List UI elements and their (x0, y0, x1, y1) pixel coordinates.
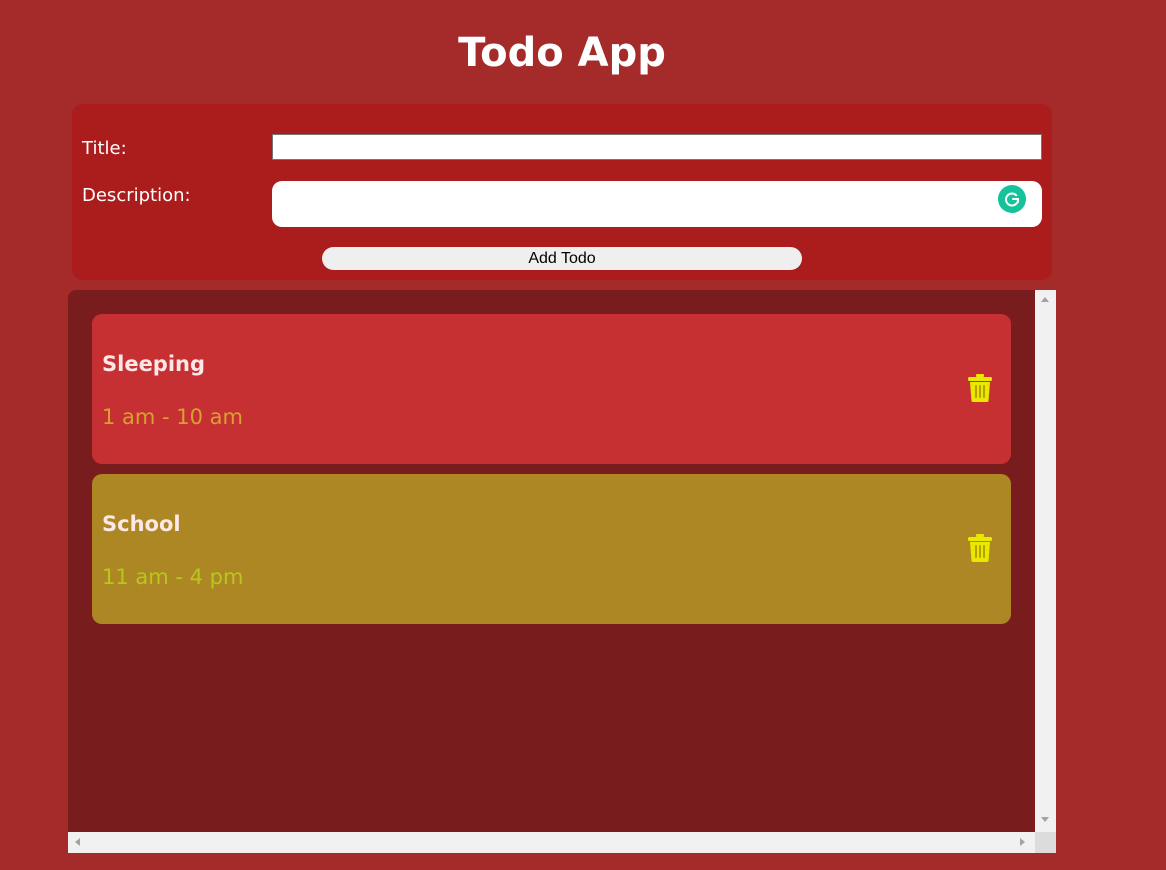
description-input[interactable] (272, 181, 1042, 227)
todo-title: School (102, 512, 181, 536)
todo-title: Sleeping (102, 352, 206, 376)
title-label: Title: (82, 138, 127, 159)
scroll-right-icon[interactable] (1020, 838, 1025, 846)
todo-app-page: Todo App Title: Description: Add Todo Sl… (0, 0, 1166, 870)
description-label: Description: (82, 185, 191, 206)
scrollbar-corner (1035, 832, 1056, 853)
todo-item: School 11 am - 4 pm (92, 474, 1011, 624)
scroll-left-icon[interactable] (75, 838, 80, 846)
page-title: Todo App (458, 30, 666, 76)
add-todo-button[interactable]: Add Todo (322, 247, 802, 270)
scroll-down-icon[interactable] (1041, 817, 1049, 822)
grammarly-icon[interactable] (998, 185, 1026, 213)
todo-time: 1 am - 10 am (102, 405, 244, 429)
vertical-scrollbar[interactable] (1035, 290, 1056, 832)
todo-list[interactable]: Sleeping 1 am - 10 am School 11 am - 4 p… (68, 290, 1056, 853)
scroll-up-icon[interactable] (1041, 297, 1049, 302)
todo-item: Sleeping 1 am - 10 am (92, 314, 1011, 464)
trash-icon[interactable] (965, 532, 995, 564)
title-input[interactable] (272, 134, 1042, 160)
trash-icon[interactable] (965, 372, 995, 404)
todo-time: 11 am - 4 pm (102, 565, 244, 589)
add-todo-form: Title: Description: Add Todo (72, 104, 1052, 280)
horizontal-scrollbar[interactable] (68, 832, 1035, 853)
